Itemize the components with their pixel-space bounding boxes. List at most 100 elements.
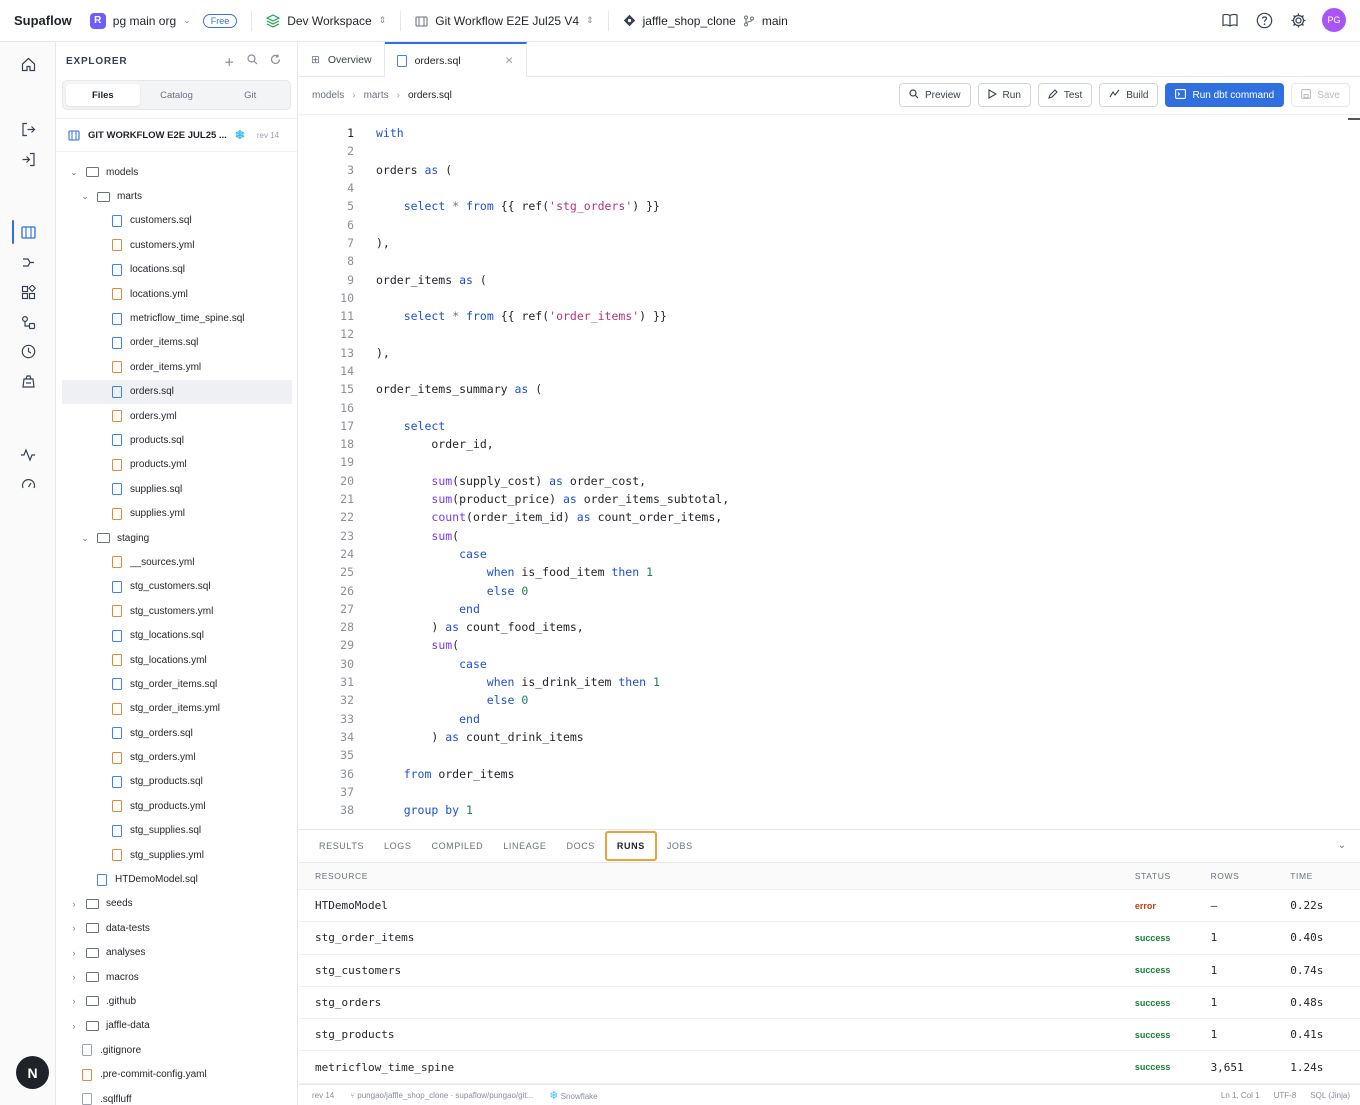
tree-file[interactable]: .sqlfluff [56,1087,297,1105]
tree-folder[interactable]: › macros [56,965,297,989]
brand-logo[interactable]: Supaflow [14,13,72,28]
run-button[interactable]: Run [977,83,1031,107]
tree-folder[interactable]: › .github [56,989,297,1013]
tree-file[interactable]: supplies.yml [56,501,297,525]
user-avatar[interactable]: PG [1322,8,1346,32]
breadcrumb-item[interactable]: models [312,90,344,101]
panel-tab-results[interactable]: RESULTS [309,831,374,861]
clock-icon[interactable] [14,339,42,363]
build-button[interactable]: Build [1099,83,1159,107]
panel-tab-compiled[interactable]: COMPILED [421,831,493,861]
refresh-icon[interactable] [270,54,281,69]
tree-file[interactable]: stg_customers.sql [56,575,297,599]
tree-file[interactable]: stg_customers.yml [56,599,297,623]
blocks-icon[interactable] [14,280,42,304]
workspace-switcher[interactable]: Dev Workspace ⇕ [266,14,386,28]
connections-icon[interactable] [14,310,42,334]
table-row[interactable]: metricflow_time_spine success 3,651 1.24s [299,1051,1360,1084]
logout-icon[interactable] [14,117,42,141]
tree-folder[interactable]: ⌄ marts [56,184,297,208]
chevron-right-icon[interactable]: › [68,1021,80,1031]
gauge-icon[interactable] [14,472,42,496]
project-icon[interactable] [14,220,42,244]
save-button[interactable]: Save [1291,83,1350,107]
preview-button[interactable]: Preview [898,83,971,107]
tree-file[interactable]: stg_products.sql [56,770,297,794]
tree-file[interactable]: HTDemoModel.sql [56,867,297,891]
tree-file[interactable]: stg_locations.yml [56,648,297,672]
home-icon[interactable] [14,52,42,76]
tree-folder[interactable]: › data-tests [56,916,297,940]
repo-info[interactable]: jaffle_shop_clone main [623,14,788,28]
test-button[interactable]: Test [1037,83,1093,107]
login-icon[interactable] [14,147,42,171]
panel-tab-runs[interactable]: RUNS [604,831,657,861]
table-row[interactable]: stg_orders success 1 0.48s [299,987,1360,1020]
language-mode[interactable]: SQL (Jinja) [1310,1091,1350,1100]
chevron-right-icon[interactable]: › [68,899,80,909]
chevron-down-icon[interactable]: ⌄ [79,191,91,202]
tree-folder[interactable]: › jaffle-data [56,1014,297,1038]
tree-file[interactable]: locations.sql [56,258,297,282]
tree-file[interactable]: stg_supplies.sql [56,819,297,843]
tab-git[interactable]: Git [213,84,287,106]
tree-file[interactable]: __sources.yml [56,550,297,574]
chevron-right-icon[interactable]: › [68,996,80,1006]
tab-overview[interactable]: ⊞ Overview [299,42,385,77]
tree-file[interactable]: stg_locations.sql [56,623,297,647]
panel-tab-logs[interactable]: LOGS [374,831,421,861]
tree-file[interactable]: .gitignore [56,1038,297,1062]
panel-tab-lineage[interactable]: LINEAGE [493,831,556,861]
panel-tab-jobs[interactable]: JOBS [657,831,703,861]
tree-file[interactable]: metricflow_time_spine.sql [56,306,297,330]
tab-orders-sql[interactable]: orders.sql ✕ [384,42,527,77]
tree-file[interactable]: stg_order_items.sql [56,672,297,696]
table-row[interactable]: stg_order_items success 1 0.40s [299,922,1360,955]
run-dbt-command-button[interactable]: Run dbt command [1165,83,1285,107]
tree-file[interactable]: locations.yml [56,282,297,306]
tree-file[interactable]: products.yml [56,453,297,477]
tree-file[interactable]: order_items.sql [56,331,297,355]
tree-file[interactable]: customers.yml [56,233,297,257]
chevron-down-icon[interactable]: ⌄ [1338,840,1346,851]
panel-tab-docs[interactable]: DOCS [557,831,605,861]
tree-file[interactable]: supplies.sql [56,477,297,501]
tree-file[interactable]: stg_orders.yml [56,745,297,769]
tree-file[interactable]: stg_products.yml [56,794,297,818]
bot-icon[interactable] [14,369,42,393]
tree-file[interactable]: orders.sql [62,379,292,404]
chevron-down-icon[interactable]: ⌄ [68,167,80,178]
workspace-avatar[interactable]: N [16,1056,49,1089]
close-icon[interactable]: ✕ [505,55,514,67]
tab-files[interactable]: Files [66,84,140,106]
help-icon[interactable] [1254,10,1274,30]
tree-file[interactable]: stg_order_items.yml [56,697,297,721]
gear-icon[interactable] [1288,10,1308,30]
book-icon[interactable] [1220,10,1240,30]
org-switcher[interactable]: R pg main org ⌄ [89,12,191,29]
table-row[interactable]: stg_customers success 1 0.74s [299,955,1360,987]
tree-file[interactable]: order_items.yml [56,355,297,379]
project-switcher[interactable]: Git Workflow E2E Jul25 V4 ⇕ [415,14,594,28]
code-editor[interactable]: 1 with 2 3 orders as (4 5 select * from {{ re… [299,124,1360,827]
breadcrumb-item[interactable]: marts [364,90,389,101]
search-icon[interactable] [247,54,258,69]
chevron-right-icon[interactable]: › [68,948,80,958]
tree-folder[interactable]: › seeds [56,892,297,916]
tree-file[interactable]: stg_orders.sql [56,721,297,745]
tree-folder[interactable]: ⌄ models [56,160,297,184]
tree-folder[interactable]: ⌄ staging [56,526,297,550]
tree-file[interactable]: customers.sql [56,209,297,233]
tree-file[interactable]: .pre-commit-config.yaml [56,1062,297,1086]
table-row[interactable]: HTDemoModel error — 0.22s [299,890,1360,923]
tab-catalog[interactable]: Catalog [140,84,214,106]
tree-file[interactable]: products.sql [56,428,297,452]
tree-file[interactable]: orders.yml [56,404,297,428]
lineage-icon[interactable] [14,250,42,274]
project-header[interactable]: GIT WORKFLOW E2E JUL25 ... ❄ rev 14 [56,118,297,152]
add-icon[interactable]: ＋ [224,54,235,69]
tree-file[interactable]: stg_supplies.yml [56,843,297,867]
activity-icon[interactable] [14,443,42,467]
chevron-right-icon[interactable]: › [68,972,80,982]
chevron-down-icon[interactable]: ⌄ [79,533,91,544]
